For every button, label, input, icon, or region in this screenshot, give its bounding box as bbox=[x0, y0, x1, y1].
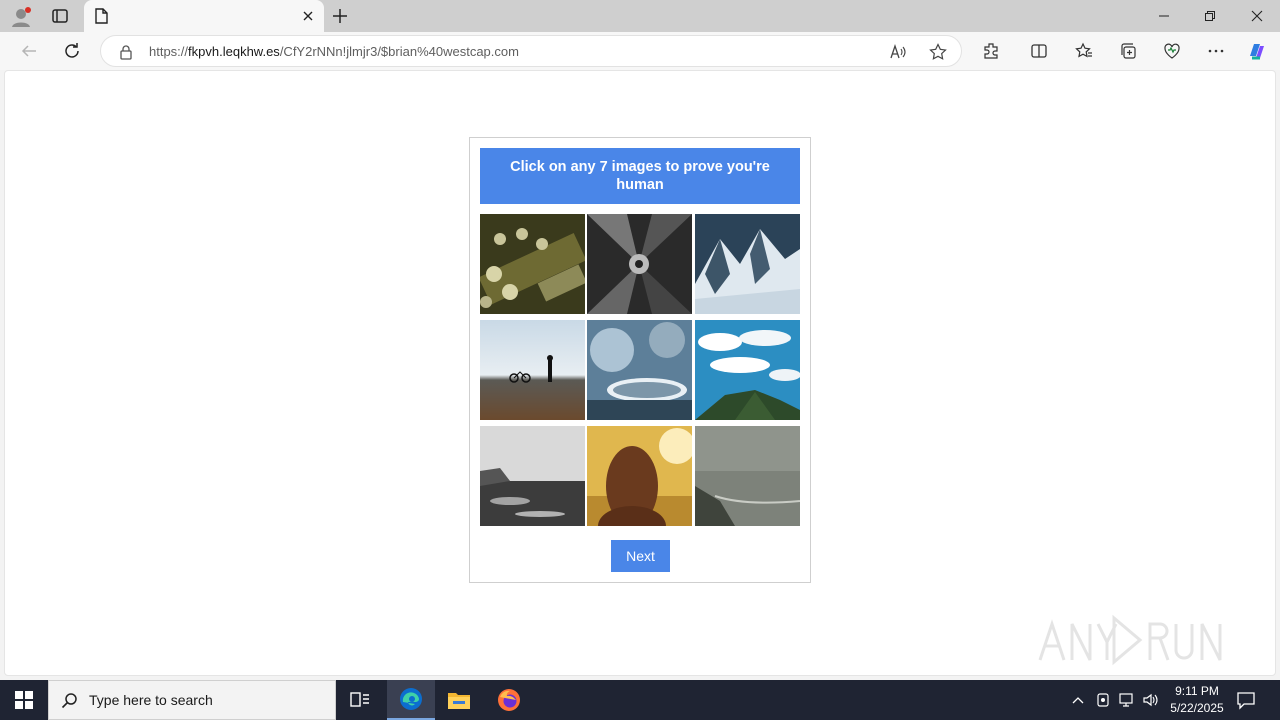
captcha-image-woman-in-field[interactable] bbox=[587, 426, 692, 526]
windows-start-icon[interactable] bbox=[0, 680, 48, 720]
captcha-image-snowy-mountains[interactable] bbox=[695, 214, 800, 314]
captcha-image-guitar-headstock[interactable] bbox=[480, 214, 585, 314]
captcha-image-foggy-shoreline[interactable] bbox=[480, 426, 585, 526]
captcha-image-cloudy-hilltop[interactable] bbox=[695, 320, 800, 420]
copilot-icon[interactable] bbox=[1246, 40, 1268, 62]
captcha-image-grid bbox=[480, 214, 800, 526]
close-window-icon[interactable] bbox=[1234, 0, 1280, 32]
extensions-icon[interactable] bbox=[980, 40, 1002, 62]
url-text[interactable]: https://fkpvh.leqkhw.es/CfY2rNNn!jlmjr3/… bbox=[149, 44, 519, 59]
meet-now-icon[interactable] bbox=[1093, 690, 1113, 710]
anyrun-watermark bbox=[1038, 612, 1238, 668]
network-icon[interactable] bbox=[1117, 690, 1137, 710]
lock-icon[interactable] bbox=[119, 44, 133, 65]
url-bar[interactable]: https://fkpvh.leqkhw.es/CfY2rNNn!jlmjr3/… bbox=[100, 35, 962, 67]
captcha-image-misty-coast[interactable] bbox=[695, 426, 800, 526]
captcha-instructions: Click on any 7 images to prove you're hu… bbox=[480, 148, 800, 204]
firefox-icon[interactable] bbox=[485, 680, 533, 720]
captcha-box: Click on any 7 images to prove you're hu… bbox=[469, 137, 811, 583]
tab-strip bbox=[0, 0, 1280, 32]
captcha-image-building-looking-up[interactable] bbox=[587, 214, 692, 314]
clock-date: 5/22/2025 bbox=[1170, 701, 1224, 715]
read-aloud-icon[interactable] bbox=[889, 43, 907, 61]
more-options-icon[interactable] bbox=[1205, 40, 1227, 62]
show-hidden-icons-icon[interactable] bbox=[1068, 690, 1088, 710]
refresh-icon[interactable] bbox=[61, 40, 83, 62]
favorites-icon[interactable] bbox=[1073, 40, 1095, 62]
browser-essentials-icon[interactable] bbox=[1161, 40, 1183, 62]
captcha-image-beach-silhouette[interactable] bbox=[480, 320, 585, 420]
close-tab-icon[interactable] bbox=[300, 8, 316, 24]
collections-icon[interactable] bbox=[1117, 40, 1139, 62]
volume-icon[interactable] bbox=[1141, 690, 1161, 710]
new-tab-icon[interactable] bbox=[330, 6, 350, 26]
taskbar: Type here to search 9:11 PM 5/22/2025 bbox=[0, 680, 1280, 720]
back-icon[interactable] bbox=[18, 40, 40, 62]
minimize-icon[interactable] bbox=[1141, 0, 1187, 32]
split-screen-icon[interactable] bbox=[1028, 40, 1050, 62]
edge-taskbar-icon[interactable] bbox=[387, 680, 435, 720]
next-button[interactable]: Next bbox=[611, 540, 670, 572]
clock-time: 9:11 PM bbox=[1175, 684, 1219, 698]
search-icon bbox=[61, 692, 79, 715]
tab-actions-icon[interactable] bbox=[50, 6, 70, 26]
file-explorer-icon[interactable] bbox=[435, 680, 483, 720]
favorite-star-icon[interactable] bbox=[929, 43, 947, 61]
restore-icon[interactable] bbox=[1187, 0, 1233, 32]
profile-icon[interactable] bbox=[10, 6, 32, 28]
search-placeholder: Type here to search bbox=[89, 692, 213, 708]
active-tab[interactable] bbox=[84, 0, 324, 32]
address-toolbar: https://fkpvh.leqkhw.es/CfY2rNNn!jlmjr3/… bbox=[0, 32, 1280, 70]
system-clock[interactable]: 9:11 PM 5/22/2025 bbox=[1160, 683, 1234, 717]
document-icon bbox=[94, 8, 108, 29]
captcha-image-blurred-glass-cup[interactable] bbox=[587, 320, 692, 420]
taskbar-search-box[interactable]: Type here to search bbox=[48, 680, 336, 720]
notifications-icon[interactable] bbox=[1236, 690, 1256, 715]
task-view-icon[interactable] bbox=[336, 680, 384, 720]
